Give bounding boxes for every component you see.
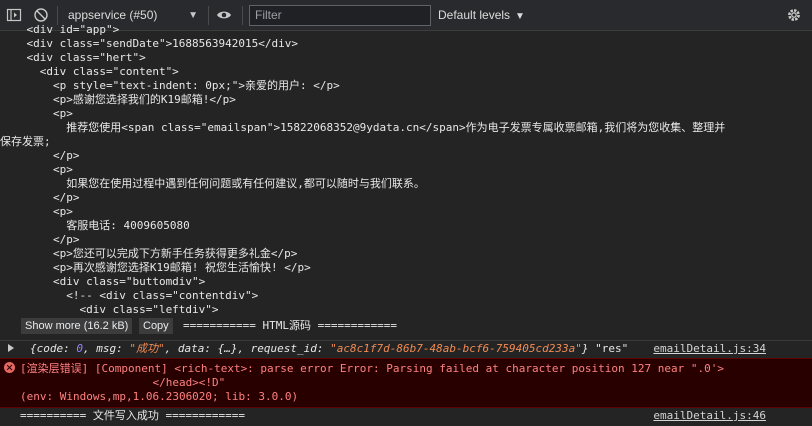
console-error-row: [渲染层错误] [Component] <rich-text>: parse e… — [0, 358, 812, 408]
console-log-row: {code: 0, msg: "成功", data: {…}, request_… — [0, 340, 812, 359]
clear-console-icon[interactable] — [33, 7, 49, 23]
code-line: </p> — [0, 191, 80, 204]
code-line: <p> — [0, 205, 73, 218]
log-levels-label: Default levels — [438, 8, 511, 22]
show-more-button[interactable]: Show more (16.2 kB) — [21, 318, 133, 334]
expand-triangle-icon[interactable] — [8, 344, 14, 352]
code-line: </p> — [0, 233, 80, 246]
chevron-down-icon: ▼ — [515, 11, 525, 22]
code-line: 推荐您使用<span class="emailspan">15822068352… — [0, 121, 726, 134]
code-line: <p>再次感谢您选择K19邮箱! 祝您生活愉快! </p> — [0, 261, 311, 274]
sidebar-toggle-icon[interactable] — [6, 7, 22, 23]
error-message-line: </head><!D" — [20, 376, 226, 389]
live-expression-eye-icon[interactable] — [216, 7, 232, 23]
html-source-output: <div id="app"> <div class="sendDate">168… — [0, 23, 812, 331]
error-message-line: [渲染层错误] [Component] <rich-text>: parse e… — [20, 362, 725, 375]
code-line: <div class="buttomdiv"> — [0, 275, 206, 288]
code-line: <div class="leftdiv"> — [0, 303, 219, 316]
code-line: <p> — [0, 107, 73, 120]
log-message: ========== 文件写入成功 ============ — [20, 409, 245, 422]
code-line: <!-- <div class="contentdiv"> — [0, 289, 259, 302]
code-line: 如果您在使用过程中遇到任何问题或有任何建议,都可以随时与我们联系。 — [0, 177, 425, 190]
code-line: <p style="text-indent: 0px;">亲爱的用户: </p> — [0, 79, 340, 92]
log-label-text: =========== HTML源码 ============ — [183, 319, 398, 332]
code-line: <p> — [0, 163, 73, 176]
code-line: <div class="content"> — [0, 65, 179, 78]
console-log-row: ========== 文件写入成功 ============ emailDeta… — [0, 407, 812, 426]
truncation-bar: Show more (16.2 kB) Copy =========== HTM… — [0, 318, 812, 334]
code-line: <p>您还可以完成下方新手任务获得更多礼金</p> — [0, 247, 298, 260]
code-line: <p>感谢您选择我们的K19邮箱!</p> — [0, 93, 236, 106]
gear-icon[interactable] — [786, 7, 802, 23]
copy-button[interactable]: Copy — [139, 318, 173, 334]
log-object-preview[interactable]: {code: 0, msg: "成功", data: {…}, request_… — [30, 342, 628, 356]
code-line: <div class="hert"> — [0, 51, 146, 64]
error-env-line: (env: Windows,mp,1.06.2306020; lib: 3.0.… — [20, 390, 299, 403]
code-line: 保存发票; — [0, 135, 51, 148]
code-line: </p> — [0, 149, 80, 162]
error-icon — [4, 362, 15, 373]
code-line: <div class="sendDate">1688563942015</div… — [0, 37, 299, 50]
code-line: 客服电话: 4009605080 — [0, 219, 190, 232]
code-line: <div id="app"> — [0, 23, 120, 36]
source-link[interactable]: emailDetail.js:34 — [653, 342, 766, 356]
context-select-label: appservice (#50) — [68, 8, 158, 22]
source-link[interactable]: emailDetail.js:46 — [653, 409, 766, 423]
